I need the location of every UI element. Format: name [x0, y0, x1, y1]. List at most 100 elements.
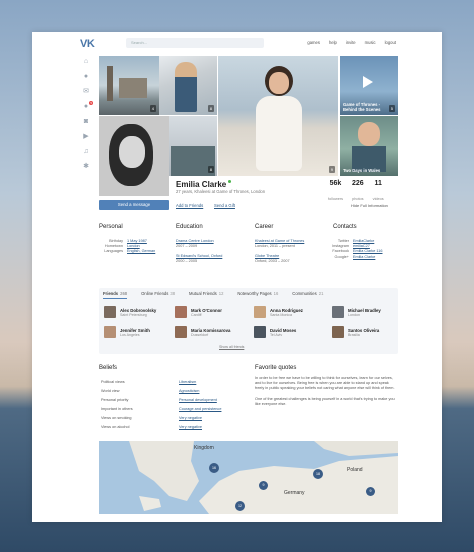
map-label-poland: Poland: [347, 467, 363, 473]
friend-item[interactable]: Maria Komissarova Dusseldorf: [175, 326, 230, 338]
friends-tabs: Friends 268 Online Friends 38 Mutual Frien…: [103, 291, 323, 299]
photo-beach[interactable]: 9: [218, 56, 338, 176]
personal-value[interactable]: 1 May 1987: [127, 239, 147, 243]
video-thumb-got[interactable]: Game of Thrones - Behind the Scenes 5: [340, 56, 398, 115]
notifications-badge: 5: [89, 101, 93, 105]
send-message-button[interactable]: Send a message: [99, 200, 169, 210]
play-icon[interactable]: [363, 76, 373, 88]
profile-photo[interactable]: [99, 116, 169, 196]
friend-item[interactable]: Alex Dobrovolsky Saint Petersburg: [104, 306, 156, 318]
quote-paragraph: One of the greatest challenges is being …: [255, 396, 395, 406]
videos-count: 11: [374, 180, 382, 187]
home-icon[interactable]: ⌂: [82, 58, 90, 66]
photo-likes: 8: [207, 105, 214, 112]
tab-online-friends[interactable]: Online Friends 38: [141, 291, 175, 299]
notifications-icon[interactable]: ● 5: [82, 101, 93, 111]
photo-likes: 4: [149, 105, 156, 112]
photos-count: 226: [351, 180, 364, 187]
contacts-list: Twitter EmiliaClarke Instagram emiliaC27 F…: [325, 239, 382, 260]
belief-value[interactable]: Very negative: [179, 425, 202, 429]
music-icon[interactable]: ♫: [82, 148, 90, 156]
map-marker[interactable]: 18: [313, 469, 323, 479]
camera-icon[interactable]: ◙: [82, 118, 90, 126]
friend-item[interactable]: Anna Rodriguez Santa Monica: [254, 306, 303, 318]
show-all-friends-link[interactable]: Show all friends: [219, 345, 244, 349]
send-gift-link[interactable]: Send a Gift: [214, 203, 235, 208]
profile-name: Emilia Clarke: [176, 180, 232, 189]
belief-key: Political views: [101, 380, 125, 384]
map-marker[interactable]: 16: [209, 463, 219, 473]
avatar: [254, 306, 266, 318]
photo-london[interactable]: 4: [99, 56, 159, 115]
career-years: Oxford, 2003 – 2007: [255, 259, 290, 263]
photo-likes: 9: [328, 166, 335, 173]
tab-label: Mutual Friends: [189, 291, 217, 296]
belief-value[interactable]: Personal development: [179, 398, 217, 402]
map-label-kingdom: Kingdom: [194, 445, 214, 451]
friend-name: Mark O'Connor: [191, 307, 222, 313]
quote-paragraph: In order to be free we have to be willin…: [255, 376, 395, 391]
friend-city: Brasilia: [348, 332, 360, 337]
friend-city: Dusseldorf: [191, 332, 209, 337]
tab-mutual-friends[interactable]: Mutual Friends 12: [189, 291, 223, 299]
hide-full-info-link[interactable]: Hide Full Information: [351, 203, 388, 208]
contact-value[interactable]: Emilia Clarke 116: [353, 249, 382, 253]
friend-item[interactable]: Michael Bradley London: [332, 306, 381, 318]
user-icon[interactable]: ●: [82, 73, 90, 81]
video-caption: Game of Thrones - Behind the Scenes: [343, 102, 381, 112]
map-marker[interactable]: 12: [235, 501, 245, 511]
belief-value[interactable]: Courage and persistence: [179, 407, 221, 411]
video-icon[interactable]: ▶: [82, 133, 90, 141]
contact-value[interactable]: Emilia Clarke: [353, 255, 375, 259]
map[interactable]: Kingdom Poland Germany 16 9 18 12 9: [99, 441, 398, 514]
add-to-friends-link[interactable]: Add to Friends: [176, 203, 203, 208]
tab-friends[interactable]: Friends 268: [103, 291, 128, 299]
settings-icon[interactable]: ✱: [82, 163, 90, 171]
friend-item[interactable]: Santos Oliveira Brasilia: [332, 326, 379, 338]
nav-music[interactable]: music: [365, 40, 376, 45]
nav-logout[interactable]: logout: [385, 40, 396, 45]
photo-two-days-in-wales[interactable]: Two Days in Wales: [340, 116, 398, 176]
avatar: [332, 306, 344, 318]
tab-label: Communities: [292, 291, 317, 296]
nav-invite[interactable]: invite: [346, 40, 356, 45]
photo-likes: 8: [207, 166, 214, 173]
friend-city: Cardiff: [191, 312, 202, 317]
education-title: Education: [176, 224, 203, 230]
belief-key: World view: [101, 389, 120, 393]
personal-value[interactable]: English, German: [127, 249, 155, 253]
friend-item[interactable]: Jennifer Smith Los Angeles: [104, 326, 150, 338]
nav-games[interactable]: games: [307, 40, 320, 45]
followers-count: 56k: [329, 180, 342, 187]
chat-icon[interactable]: ✉: [82, 88, 90, 96]
friend-item[interactable]: David Moses Tel Aviv: [254, 326, 296, 338]
videos-stat[interactable]: 11 videos: [373, 180, 384, 205]
photo-portrait-1[interactable]: 8: [159, 56, 217, 115]
personal-title: Personal: [99, 224, 123, 230]
followers-stat[interactable]: 56k followers: [328, 180, 343, 205]
vk-logo[interactable]: VK: [80, 38, 95, 50]
belief-value[interactable]: Agnosticism: [179, 389, 199, 393]
beliefs-title: Beliefs: [99, 365, 118, 371]
profile-stats: 56k followers 226 photos 11 videos: [328, 180, 384, 205]
tab-communities[interactable]: Communities 21: [292, 291, 323, 299]
nav-help[interactable]: help: [329, 40, 337, 45]
belief-value[interactable]: Liberalism: [179, 380, 196, 384]
education-years: 2007 – 2009: [176, 244, 198, 248]
tab-count: 38: [170, 291, 176, 296]
contact-value[interactable]: EmiliaClarke: [353, 239, 374, 243]
tab-noteworthy-pages[interactable]: Noteworthy Pages 16: [237, 291, 278, 299]
photo-portrait-2[interactable]: 8: [169, 116, 217, 176]
belief-value[interactable]: Very negative: [179, 416, 202, 420]
contact-value[interactable]: emiliaC27: [353, 244, 370, 248]
friend-item[interactable]: Mark O'Connor Cardiff: [175, 306, 222, 318]
friend-city: Saint Petersburg: [120, 312, 147, 317]
search-input[interactable]: Search...: [126, 38, 264, 48]
career-title: Career: [255, 224, 274, 230]
map-marker[interactable]: 9: [366, 487, 375, 496]
friend-name: Michael Bradley: [348, 307, 381, 313]
map-marker[interactable]: 9: [259, 481, 268, 490]
photos-stat[interactable]: 226 photos: [352, 180, 364, 205]
followers-label: followers: [328, 197, 343, 201]
personal-value[interactable]: London: [127, 244, 140, 248]
